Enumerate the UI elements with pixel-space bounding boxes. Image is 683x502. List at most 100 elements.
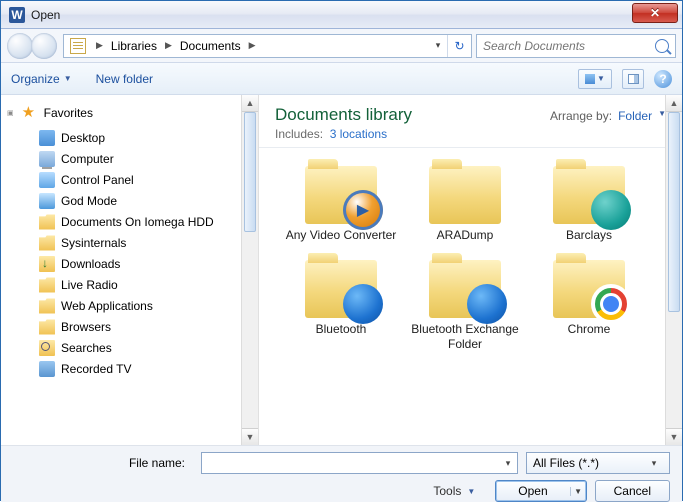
body: ★ Favorites Desktop Computer Control Panel… — [1, 95, 682, 445]
view-mode-button[interactable]: ▼ — [578, 69, 612, 89]
open-dropdown[interactable]: ▼ — [570, 487, 586, 496]
sidebar-item[interactable]: Control Panel — [39, 169, 254, 190]
folder-icon — [305, 260, 377, 318]
new-folder-label: New folder — [96, 72, 153, 86]
folder-item[interactable]: ARADump — [405, 166, 525, 242]
chrome-icon — [591, 284, 631, 324]
window-title: Open — [31, 8, 60, 22]
sidebar-item-label: Downloads — [61, 257, 120, 271]
arrange-label: Arrange by: — [550, 109, 612, 123]
sidebar-item[interactable]: Desktop — [39, 127, 254, 148]
scroll-up-icon[interactable]: ▲ — [666, 95, 682, 112]
includes-label: Includes: — [275, 127, 323, 141]
scroll-up-icon[interactable]: ▲ — [242, 95, 258, 112]
nav-buttons — [7, 32, 59, 60]
folder-label: Any Video Converter — [286, 228, 397, 242]
scroll-down-icon[interactable]: ▼ — [666, 428, 682, 445]
folder-icon — [39, 277, 55, 293]
close-button[interactable]: ✕ — [632, 3, 678, 23]
folder-icon — [305, 166, 377, 224]
folder-icon — [39, 340, 55, 356]
cancel-button[interactable]: Cancel — [595, 480, 670, 502]
folder-item[interactable]: Barclays — [529, 166, 649, 242]
sidebar-item[interactable]: Recorded TV — [39, 358, 254, 379]
chevron-right-icon[interactable]: ▶ — [245, 40, 260, 51]
sidebar-item[interactable]: Documents On Iomega HDD — [39, 211, 254, 232]
folder-icon — [429, 260, 501, 318]
view-icon — [585, 74, 595, 84]
nav-bar: ▶ Libraries ▶ Documents ▶ ▾ ↻ — [1, 29, 682, 63]
tools-menu[interactable]: Tools ▼ — [433, 484, 475, 498]
content-pane: Documents library Includes: 3 locations … — [259, 95, 682, 445]
folder-label: Bluetooth — [316, 322, 367, 336]
bt-icon — [467, 284, 507, 324]
sidebar-item-label: Web Applications — [61, 299, 153, 313]
breadcrumb-documents[interactable]: Documents — [176, 35, 245, 57]
toolbar: Organize ▼ New folder ▼ ? — [1, 63, 682, 95]
sidebar-favorites[interactable]: ★ Favorites — [19, 105, 254, 121]
organize-menu[interactable]: Organize ▼ — [11, 72, 72, 86]
tools-label: Tools — [433, 484, 461, 498]
folder-icon — [553, 166, 625, 224]
sidebar-scrollbar[interactable]: ▲ ▼ — [241, 95, 258, 445]
folder-icon — [39, 256, 55, 272]
address-bar[interactable]: ▶ Libraries ▶ Documents ▶ ▾ ↻ — [63, 34, 472, 58]
chevron-down-icon[interactable]: ▾ — [499, 458, 517, 469]
chevron-down-icon: ▼ — [467, 487, 475, 496]
content-scrollbar[interactable]: ▲ ▼ — [665, 95, 682, 445]
back-button[interactable] — [7, 33, 33, 59]
folder-icon — [39, 361, 55, 377]
refresh-button[interactable]: ↻ — [447, 35, 471, 57]
sidebar-item-label: Documents On Iomega HDD — [61, 215, 214, 229]
sidebar-item[interactable]: Computer — [39, 148, 254, 169]
sidebar-item-label: Control Panel — [61, 173, 134, 187]
open-label: Open — [496, 484, 569, 498]
avc-icon — [343, 190, 383, 230]
folder-item[interactable]: Bluetooth Exchange Folder — [405, 260, 525, 351]
folder-icon — [39, 319, 55, 335]
folder-label: Bluetooth Exchange Folder — [405, 322, 525, 351]
folder-item[interactable]: Bluetooth — [281, 260, 401, 351]
organize-label: Organize — [11, 72, 60, 86]
sidebar-item[interactable]: Searches — [39, 337, 254, 358]
chevron-right-icon[interactable]: ▶ — [161, 40, 176, 51]
new-folder-button[interactable]: New folder — [96, 72, 153, 86]
open-button[interactable]: Open ▼ — [495, 480, 586, 502]
sidebar-item[interactable]: Web Applications — [39, 295, 254, 316]
search-input[interactable] — [483, 39, 655, 53]
help-button[interactable]: ? — [654, 70, 672, 88]
scroll-thumb[interactable] — [244, 112, 256, 232]
breadcrumb-libraries[interactable]: Libraries — [107, 35, 161, 57]
folder-label: Chrome — [568, 322, 611, 336]
preview-pane-button[interactable] — [622, 69, 644, 89]
library-icon — [70, 38, 86, 54]
sidebar-item-label: Browsers — [61, 320, 111, 334]
chevron-down-icon: ▼ — [597, 74, 605, 83]
sidebar-item-label: Sysinternals — [61, 236, 126, 250]
folder-icon — [39, 172, 55, 188]
scroll-thumb[interactable] — [668, 112, 680, 312]
sidebar-item[interactable]: Live Radio — [39, 274, 254, 295]
sidebar-item[interactable]: Sysinternals — [39, 232, 254, 253]
filename-field[interactable]: ▾ — [201, 452, 518, 474]
folder-item[interactable]: Chrome — [529, 260, 649, 351]
includes-link[interactable]: 3 locations — [330, 127, 387, 141]
folder-item[interactable]: Any Video Converter — [281, 166, 401, 242]
folder-icon — [429, 166, 501, 224]
address-dropdown[interactable]: ▾ — [429, 40, 447, 51]
search-box[interactable] — [476, 34, 676, 58]
sidebar-item[interactable]: Browsers — [39, 316, 254, 337]
chevron-right-icon[interactable]: ▶ — [92, 40, 107, 51]
sidebar-item[interactable]: God Mode — [39, 190, 254, 211]
close-icon: ✕ — [650, 6, 660, 20]
arrange-by[interactable]: Arrange by: Folder ▼ — [550, 105, 666, 141]
folder-icon — [39, 298, 55, 314]
forward-button[interactable] — [31, 33, 57, 59]
folder-icon — [553, 260, 625, 318]
sidebar-item[interactable]: Downloads — [39, 253, 254, 274]
search-icon — [655, 39, 669, 53]
file-type-filter[interactable]: All Files (*.*) ▾ — [526, 452, 670, 474]
scroll-down-icon[interactable]: ▼ — [242, 428, 258, 445]
sidebar-item-label: Computer — [61, 152, 114, 166]
filename-input[interactable] — [202, 456, 499, 470]
